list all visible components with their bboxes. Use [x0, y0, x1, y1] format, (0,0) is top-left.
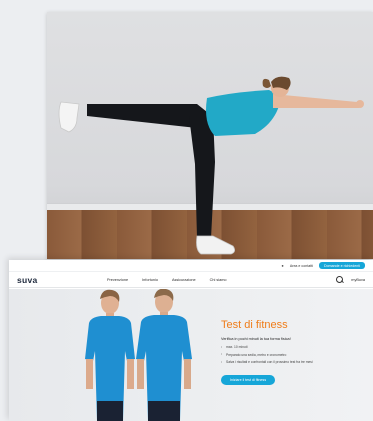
start-test-button[interactable]: Iniziare il test di fitness — [221, 374, 276, 385]
search-icon[interactable] — [336, 276, 344, 283]
nav-item-assicurazione[interactable]: Assicurazione — [172, 278, 196, 282]
hero-section: Test di fitness Verifica in pochi minuti… — [9, 289, 373, 421]
main-nav: suva Prevenzione Infortunio Assicurazion… — [9, 271, 373, 288]
hero-text: Test di fitness Verifica in pochi minuti… — [221, 319, 371, 386]
requests-button[interactable]: Domande e richiedenti — [319, 262, 365, 269]
utility-bar: ● Area e contatti Domande e richiedenti — [9, 260, 373, 271]
account-link[interactable]: myBuva — [351, 278, 365, 282]
nav-item-infortunio[interactable]: Infortunio — [142, 278, 158, 282]
list-item: Salva i risultati e confrontali con il p… — [221, 360, 371, 365]
hero-subtitle: Verifica in pochi minuti la tua forma fi… — [221, 337, 291, 341]
contact-link[interactable]: Area e contatti — [290, 264, 313, 268]
person-icon[interactable]: ● — [281, 263, 283, 268]
balancing-woman-illustration — [58, 76, 364, 255]
suva-website-screenshot: ● Area e contatti Domande e richiedenti … — [9, 260, 373, 421]
suva-logo[interactable]: suva — [17, 275, 107, 285]
hero-title: Test di fitness — [221, 319, 288, 331]
nav-menu: Prevenzione Infortunio Assicurazione Chi… — [107, 278, 336, 282]
nav-right: myBuva — [336, 276, 365, 283]
nav-item-prevenzione[interactable]: Prevenzione — [107, 278, 128, 282]
nav-item-chi-siamo[interactable]: Chi siamo — [210, 278, 227, 282]
hero-bullet-list: max. 10 minuti Preparato una sedia, metr… — [221, 345, 371, 365]
list-item: max. 10 minuti — [221, 345, 371, 350]
list-item: Preparato una sedia, metro e cronometro — [221, 352, 371, 357]
exercise-video-frame — [47, 12, 373, 259]
